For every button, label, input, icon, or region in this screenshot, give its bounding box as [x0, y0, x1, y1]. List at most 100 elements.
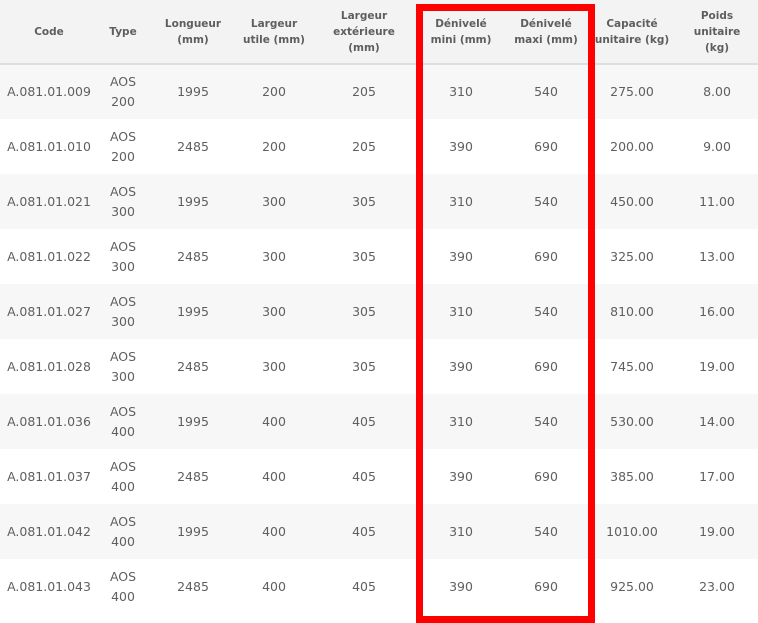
cell-denivele-maxi: 690 — [534, 578, 558, 594]
column-header-line: Longueur — [164, 17, 222, 30]
cell-code: A.081.01.043 — [7, 578, 91, 594]
cell-capacite: 200.00 — [610, 138, 654, 154]
cell-denivele-maxi: 540 — [534, 413, 558, 429]
cell-longueur: 2485 — [177, 138, 209, 154]
cell-capacite: 745.00 — [610, 358, 654, 374]
cell-denivele-mini: 310 — [449, 413, 473, 429]
column-header-denivele-maxi: Dénivelé maxi (mm) — [504, 0, 588, 65]
table-row: A.081.01.009 AOS 200 1995 200 205 310 540 275.00… — [0, 64, 758, 119]
cell-poids: 19.00 — [699, 358, 735, 374]
cell-capacite: 275.00 — [610, 84, 654, 99]
cell-largeur-exterieure: 205 — [352, 84, 376, 99]
cell-denivele-mini: 310 — [449, 193, 473, 209]
cell-denivele-mini: 310 — [449, 303, 473, 319]
table-row: A.081.01.036 AOS 400 1995 400 405 310 540 530.00… — [0, 394, 758, 449]
cell-denivele-mini: 310 — [449, 84, 473, 99]
table-row: A.081.01.010 AOS 200 2485 200 205 390 690 200.00… — [0, 119, 758, 174]
cell-largeur-exterieure: 305 — [352, 303, 376, 319]
column-header-line: utile (mm) — [243, 33, 305, 46]
column-header-longueur: Longueur (mm) — [148, 0, 238, 65]
cell-type: AOS 400 — [98, 559, 148, 614]
cell-denivele-mini: 310 — [449, 523, 473, 539]
cell-largeur-utile: 300 — [262, 358, 286, 374]
cell-denivele-mini: 390 — [449, 248, 473, 264]
cell-type: AOS 200 — [98, 64, 148, 119]
header-row: Code Type Longueur (mm) Largeur utile (mm) Lar… — [0, 0, 758, 65]
cell-poids: 9.00 — [703, 138, 731, 154]
cell-code: A.081.01.021 — [7, 193, 91, 209]
cell-largeur-exterieure: 205 — [352, 138, 376, 154]
cell-denivele-maxi: 540 — [534, 193, 558, 209]
type-line: 200 — [111, 94, 135, 109]
cell-denivele-maxi: 690 — [534, 358, 558, 374]
table-row: A.081.01.021 AOS 300 1995 300 305 310 540 450.00… — [0, 174, 758, 229]
type-line: 400 — [111, 588, 135, 604]
cell-denivele-mini: 390 — [449, 138, 473, 154]
cell-capacite: 385.00 — [610, 468, 654, 484]
table-row: A.081.01.037 AOS 400 2485 400 405 390 690 385.00… — [0, 449, 758, 504]
cell-longueur: 2485 — [177, 358, 209, 374]
cell-longueur: 2485 — [177, 248, 209, 264]
spec-table: Code Type Longueur (mm) Largeur utile (mm) Lar… — [0, 0, 758, 614]
cell-longueur: 1995 — [177, 523, 209, 539]
column-header-line: Dénivelé — [520, 17, 572, 30]
cell-poids: 23.00 — [699, 578, 735, 594]
cell-denivele-maxi: 540 — [534, 523, 558, 539]
column-header-line: unitaire (kg) — [594, 33, 670, 46]
column-header-line: Largeur — [250, 17, 298, 30]
type-line: 300 — [111, 203, 135, 219]
cell-capacite: 1010.00 — [606, 523, 658, 539]
cell-code: A.081.01.022 — [7, 248, 91, 264]
cell-capacite: 450.00 — [610, 193, 654, 209]
type-line: AOS — [109, 183, 137, 199]
type-line: AOS — [109, 74, 137, 89]
cell-longueur: 1995 — [177, 413, 209, 429]
cell-largeur-exterieure: 405 — [352, 413, 376, 429]
column-header-line: (mm) — [177, 33, 209, 46]
type-line: AOS — [109, 568, 137, 584]
table-row: A.081.01.042 AOS 400 1995 400 405 310 540 1010.0… — [0, 504, 758, 559]
column-header-capacite: Capacité unitaire (kg) — [588, 0, 676, 65]
cell-longueur: 1995 — [177, 84, 209, 99]
column-header-line: Largeur — [340, 9, 388, 22]
spec-table-container: Code Type Longueur (mm) Largeur utile (mm) Lar… — [0, 0, 758, 623]
column-header-line: Capacité — [606, 17, 658, 30]
type-line: AOS — [109, 348, 137, 364]
cell-capacite: 325.00 — [610, 248, 654, 264]
cell-poids: 13.00 — [699, 248, 735, 264]
column-header-line: Dénivelé — [435, 17, 487, 30]
cell-code: A.081.01.009 — [7, 84, 91, 99]
type-line: AOS — [109, 513, 137, 529]
cell-largeur-exterieure: 405 — [352, 468, 376, 484]
type-line: 300 — [111, 368, 135, 384]
table-row: A.081.01.028 AOS 300 2485 300 305 390 690 745.00… — [0, 339, 758, 394]
cell-denivele-mini: 390 — [449, 578, 473, 594]
cell-type: AOS 200 — [98, 119, 148, 174]
cell-denivele-mini: 390 — [449, 358, 473, 374]
cell-capacite: 810.00 — [610, 303, 654, 319]
type-line: 400 — [111, 478, 135, 494]
cell-poids: 16.00 — [699, 303, 735, 319]
cell-code: A.081.01.037 — [7, 468, 91, 484]
cell-poids: 14.00 — [699, 413, 735, 429]
table-row: A.081.01.022 AOS 300 2485 300 305 390 690 325.00… — [0, 229, 758, 284]
column-header-line: Type — [109, 25, 137, 38]
cell-code: A.081.01.036 — [7, 413, 91, 429]
cell-largeur-utile: 400 — [262, 468, 286, 484]
type-line: 200 — [111, 148, 135, 164]
type-line: 300 — [111, 258, 135, 274]
cell-type: AOS 300 — [98, 174, 148, 229]
cell-poids: 19.00 — [699, 523, 735, 539]
table-row: A.081.01.043 AOS 400 2485 400 405 390 690 925.00… — [0, 559, 758, 614]
table-row: A.081.01.027 AOS 300 1995 300 305 310 540 810.00… — [0, 284, 758, 339]
cell-largeur-exterieure: 405 — [352, 523, 376, 539]
type-line: 300 — [111, 313, 135, 329]
cell-largeur-exterieure: 305 — [352, 248, 376, 264]
cell-largeur-utile: 400 — [262, 578, 286, 594]
type-line: 400 — [111, 533, 135, 549]
column-header-denivele-mini: Dénivelé mini (mm) — [418, 0, 504, 65]
cell-type: AOS 300 — [98, 229, 148, 284]
table-header: Code Type Longueur (mm) Largeur utile (mm) Lar… — [0, 0, 758, 65]
cell-type: AOS 400 — [98, 504, 148, 559]
cell-largeur-utile: 300 — [262, 248, 286, 264]
